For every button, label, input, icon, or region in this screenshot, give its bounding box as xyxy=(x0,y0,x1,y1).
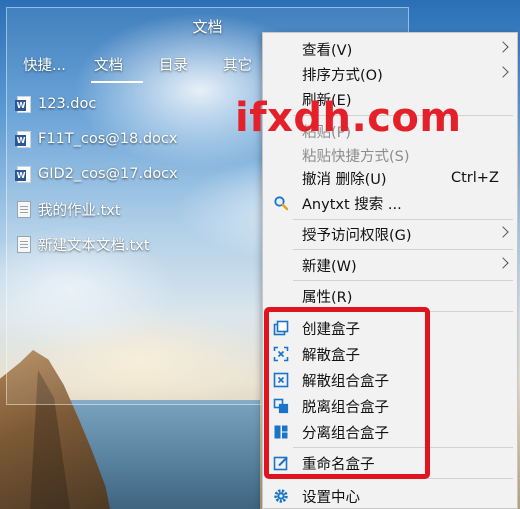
file-name: 新建文本文档.txt xyxy=(38,237,150,254)
menu-item-label: 撤消 删除(U) xyxy=(302,171,387,188)
menu-item-label: 设置中心 xyxy=(302,489,360,506)
word-doc-icon: W xyxy=(15,95,31,113)
menu-separator xyxy=(293,219,513,220)
menu-item-label: 粘贴快捷方式(S) xyxy=(302,148,410,165)
tab-documents[interactable]: 文档 xyxy=(94,54,123,75)
menu-item-settings-center[interactable]: 设置中心 xyxy=(263,483,517,509)
submenu-arrow-icon xyxy=(497,41,509,53)
file-name: GID2_cos@17.docx xyxy=(38,166,178,182)
menu-item-label: 新建(W) xyxy=(302,258,357,275)
menu-item-shortcut: Ctrl+Z xyxy=(451,170,499,186)
tab-directory[interactable]: 目录 xyxy=(159,54,188,75)
menu-item-view[interactable]: 查看(V) xyxy=(263,36,517,62)
menu-item-label: 排序方式(O) xyxy=(302,67,383,84)
file-item[interactable]: W GID2_cos@17.docx xyxy=(15,162,178,186)
tab-other[interactable]: 其它 xyxy=(223,54,252,75)
submenu-arrow-icon xyxy=(497,257,509,269)
active-tab-indicator xyxy=(91,81,143,83)
text-file-icon xyxy=(17,235,31,253)
submenu-arrow-icon xyxy=(497,66,509,78)
watermark-text: ifxdh.com xyxy=(235,95,462,141)
file-item[interactable]: 新建文本文档.txt xyxy=(17,232,150,256)
submenu-arrow-icon xyxy=(497,226,509,238)
menu-item-label: 授予访问权限(G) xyxy=(302,227,412,244)
file-name: 我的作业.txt xyxy=(38,202,121,219)
file-item[interactable]: W F11T_cos@18.docx xyxy=(15,127,178,151)
menu-item-label: Anytxt 搜索 ... xyxy=(302,196,402,213)
settings-gear-icon xyxy=(274,489,288,503)
menu-item-grant-access[interactable]: 授予访问权限(G) xyxy=(263,221,517,247)
word-doc-icon: W xyxy=(15,130,31,148)
text-file-icon xyxy=(17,200,31,218)
menu-item-new[interactable]: 新建(W) xyxy=(263,252,517,278)
file-item[interactable]: 我的作业.txt xyxy=(17,197,121,221)
menu-item-label: 属性(R) xyxy=(302,289,353,306)
menu-separator xyxy=(293,280,513,281)
file-name: F11T_cos@18.docx xyxy=(38,131,178,147)
menu-separator xyxy=(293,249,513,250)
menu-item-label: 查看(V) xyxy=(302,42,353,59)
word-doc-icon: W xyxy=(15,165,31,183)
menu-item-properties[interactable]: 属性(R) xyxy=(263,283,517,309)
tab-shortcuts[interactable]: 快捷... xyxy=(23,54,66,75)
highlight-box-annotation xyxy=(264,307,430,479)
file-item[interactable]: W 123.doc xyxy=(15,92,97,116)
file-name: 123.doc xyxy=(38,96,97,112)
menu-item-sort[interactable]: 排序方式(O) xyxy=(263,61,517,87)
menu-item-undo-delete[interactable]: 撤消 删除(U) Ctrl+Z xyxy=(263,165,517,191)
box-tab-bar: 快捷... 文档 目录 其它 xyxy=(7,54,267,83)
search-icon xyxy=(274,196,289,211)
menu-item-anytxt-search[interactable]: Anytxt 搜索 ... xyxy=(263,190,517,216)
